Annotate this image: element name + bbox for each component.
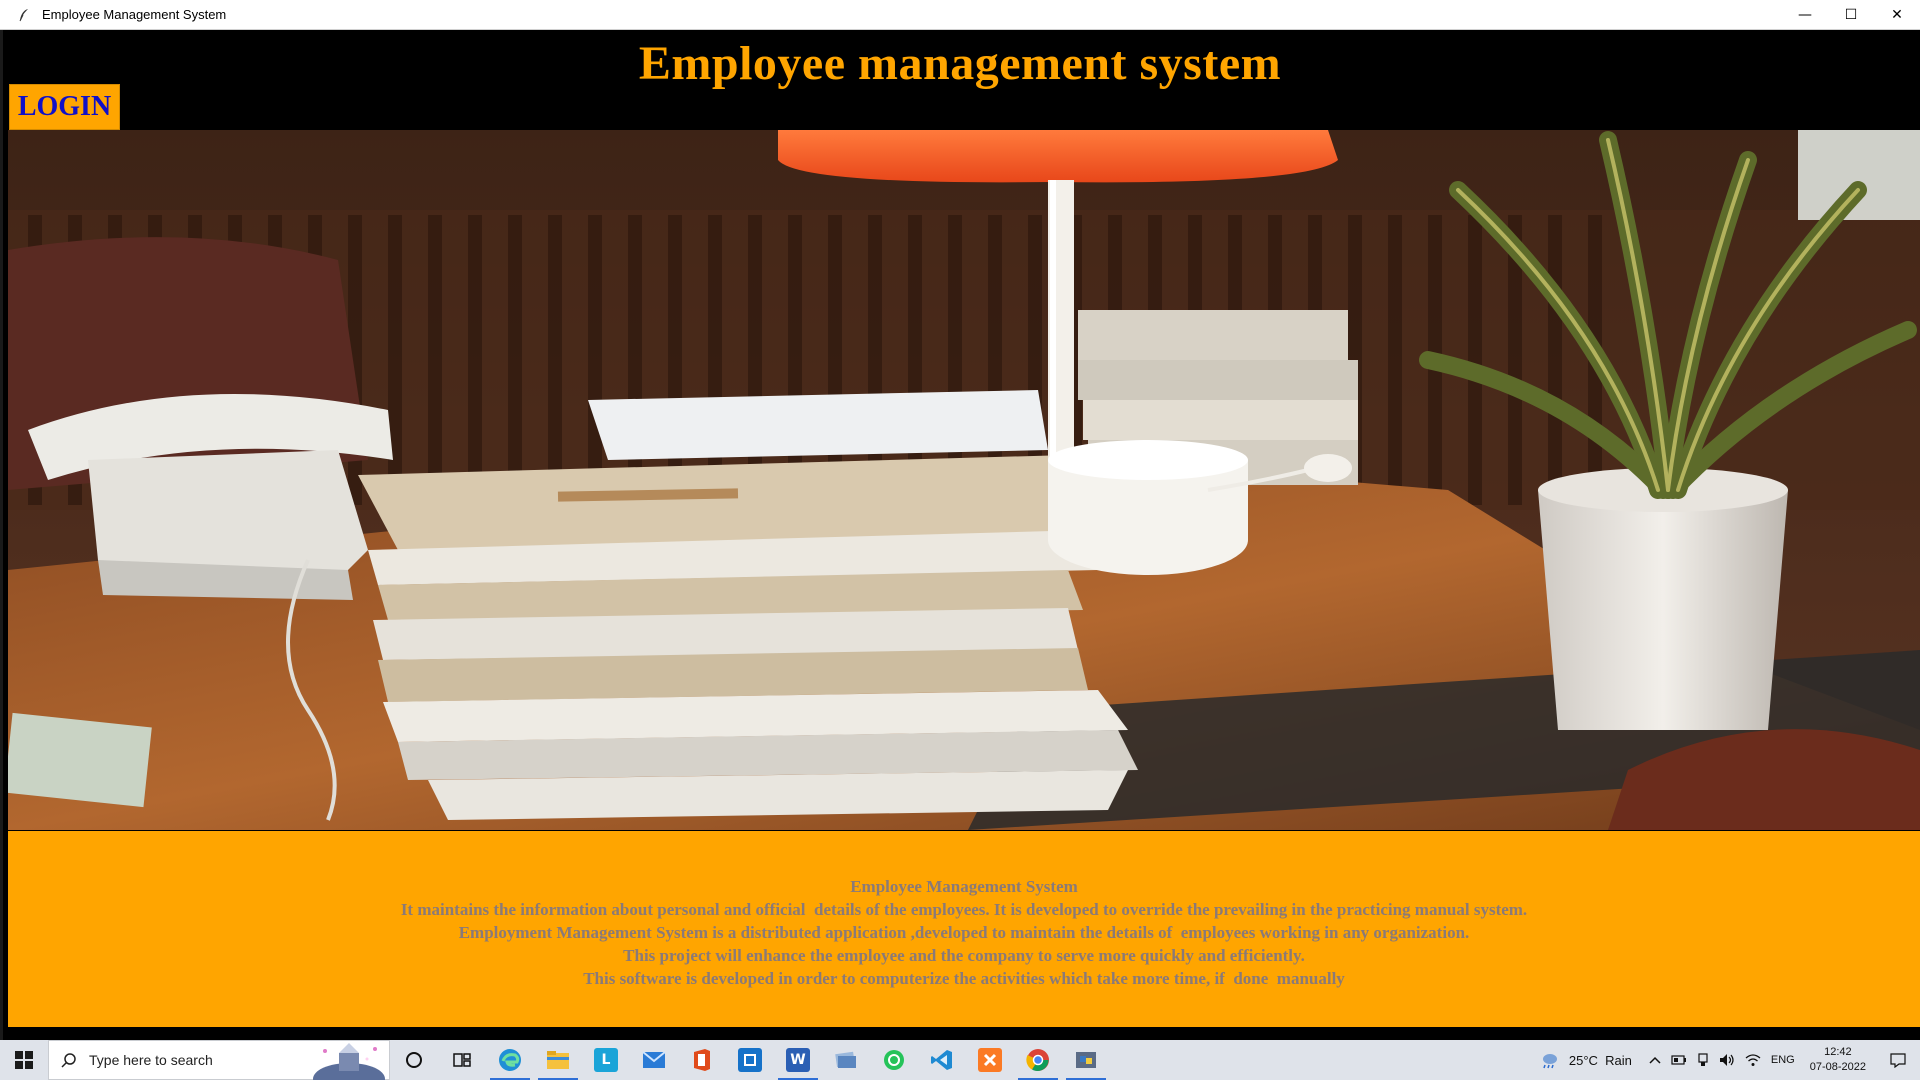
maximize-button[interactable]: ☐ xyxy=(1828,0,1874,30)
outlook-icon[interactable] xyxy=(726,1040,774,1080)
cortana-icon[interactable] xyxy=(390,1040,438,1080)
battery-icon[interactable] xyxy=(1666,1040,1692,1080)
info-line: This project will enhance the employee a… xyxy=(623,946,1305,965)
language-indicator[interactable]: ENG xyxy=(1766,1040,1800,1080)
chevron-up-icon[interactable] xyxy=(1644,1040,1666,1080)
login-button[interactable]: LOGIN xyxy=(9,84,120,130)
weather-icon[interactable] xyxy=(1534,1040,1564,1080)
xampp-icon[interactable] xyxy=(966,1040,1014,1080)
chrome-icon[interactable] xyxy=(1014,1040,1062,1080)
volume-icon[interactable] xyxy=(1714,1040,1740,1080)
feather-icon xyxy=(16,7,32,23)
info-line: It maintains the information about perso… xyxy=(400,900,1528,919)
screen: Employee Management System — ☐ ✕ Employe… xyxy=(0,0,1920,1080)
app-title: Employee management system xyxy=(638,37,1282,90)
search-icon xyxy=(61,1052,77,1068)
office-desk-photo xyxy=(8,130,1920,830)
close-button[interactable]: ✕ xyxy=(1874,0,1920,30)
search-placeholder: Type here to search xyxy=(89,1052,213,1068)
app-body: Employee management system LOGIN Employe… xyxy=(0,30,1920,1040)
file-app-icon[interactable] xyxy=(822,1040,870,1080)
task-view-icon[interactable] xyxy=(438,1040,486,1080)
taskbar: Type here to search L W 25°C Rain ENG 12… xyxy=(0,1040,1920,1080)
info-panel: Employee Management System It maintains … xyxy=(8,831,1920,1027)
wifi-icon[interactable] xyxy=(1740,1040,1766,1080)
mail-icon[interactable] xyxy=(630,1040,678,1080)
taskbar-search[interactable]: Type here to search xyxy=(48,1040,390,1080)
l-app-icon[interactable]: L xyxy=(582,1040,630,1080)
clock-date: 07-08-2022 xyxy=(1809,1061,1866,1073)
info-line: Employment Management System is a distri… xyxy=(458,923,1470,942)
file-explorer-icon[interactable] xyxy=(534,1040,582,1080)
weather-text[interactable]: 25°C Rain xyxy=(1564,1040,1644,1080)
info-heading: Employee Management System xyxy=(850,877,1078,896)
search-highlight-art xyxy=(313,1043,385,1080)
start-button[interactable] xyxy=(0,1040,48,1080)
usb-device-icon[interactable] xyxy=(1692,1040,1714,1080)
notification-icon[interactable] xyxy=(1876,1040,1920,1080)
info-line: This software is developed in order to c… xyxy=(583,969,1345,988)
system-tray: 25°C Rain ENG 12:42 07-08-2022 xyxy=(1534,1040,1920,1080)
office-icon[interactable] xyxy=(678,1040,726,1080)
vscode-icon[interactable] xyxy=(918,1040,966,1080)
clock[interactable]: 12:42 07-08-2022 xyxy=(1800,1040,1876,1080)
left-edge xyxy=(0,30,3,1040)
python-icon[interactable] xyxy=(1062,1040,1110,1080)
window-controls: — ☐ ✕ xyxy=(1782,0,1920,30)
whatsapp-icon[interactable] xyxy=(870,1040,918,1080)
window-title: Employee Management System xyxy=(42,7,227,22)
minimize-button[interactable]: — xyxy=(1782,0,1828,30)
windows-logo-icon xyxy=(15,1051,33,1069)
edge-icon[interactable] xyxy=(486,1040,534,1080)
window-titlebar[interactable]: Employee Management System — ☐ ✕ xyxy=(0,0,1920,30)
word-icon[interactable]: W xyxy=(774,1040,822,1080)
clock-time: 12:42 xyxy=(1824,1046,1852,1058)
